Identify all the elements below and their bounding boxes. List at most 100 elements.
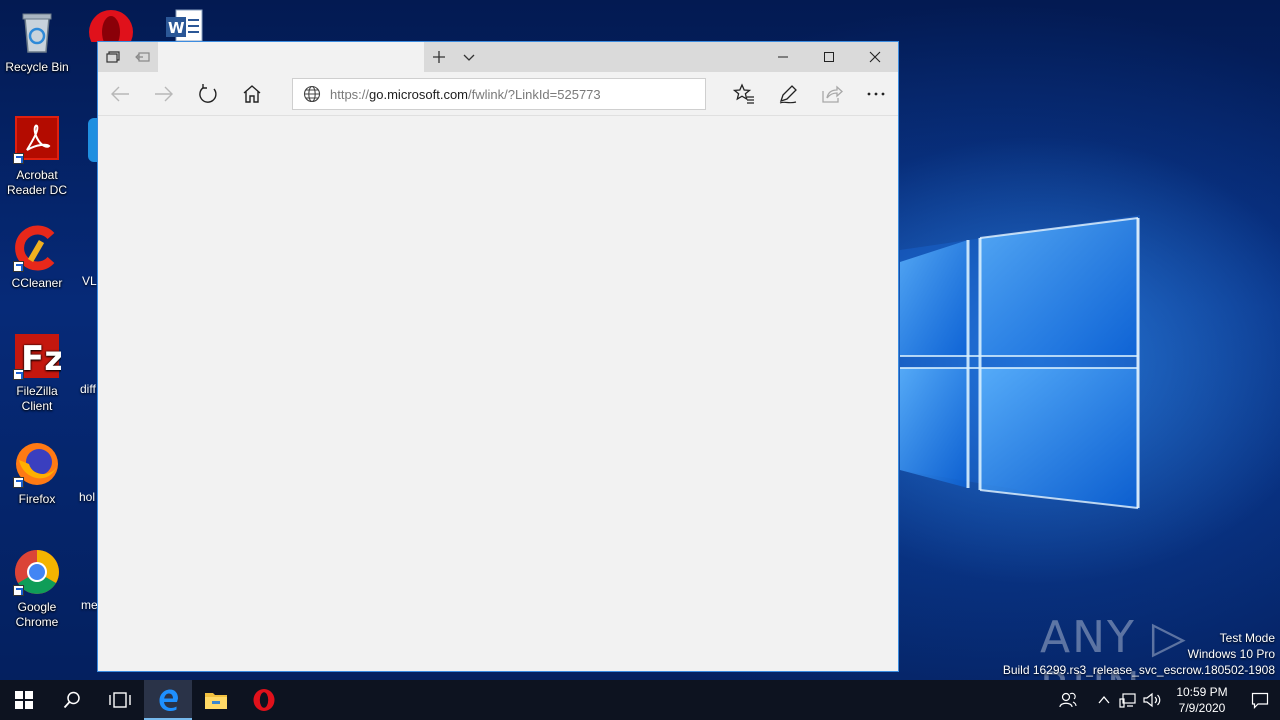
system-status-text: Test Mode Windows 10 Pro Build 16299.rs3… (1003, 630, 1275, 678)
people-icon (1059, 692, 1077, 708)
web-note-button[interactable] (766, 72, 810, 116)
desktop-icon-label: FileZilla Client (16, 384, 58, 413)
acrobat-icon (13, 116, 61, 164)
desktop-icon-firefox[interactable]: Firefox (0, 440, 74, 507)
desktop-icon-label: Google Chrome (15, 600, 59, 629)
task-view-button[interactable] (96, 680, 144, 720)
close-icon (869, 51, 881, 63)
minimize-button[interactable] (760, 42, 806, 72)
recycle-bin-icon (13, 8, 61, 56)
maximize-button[interactable] (806, 42, 852, 72)
desktop-icon-label: CCleaner (11, 276, 63, 290)
windows-edition-label: Windows 10 Pro (1187, 647, 1275, 661)
folder-icon (205, 693, 227, 709)
desktop-icon-recycle-bin[interactable]: Recycle Bin (0, 8, 74, 75)
test-mode-label: Test Mode (1219, 631, 1275, 645)
edge-browser-window: https://go.microsoft.com/fwlink/?LinkId=… (97, 41, 899, 672)
svg-text:Fz: Fz (21, 339, 61, 379)
tab-preview-button[interactable] (98, 42, 128, 72)
search-icon (63, 691, 80, 709)
home-icon (243, 84, 261, 103)
desktop-icon-filezilla[interactable]: Fz FileZilla Client (0, 332, 74, 414)
refresh-icon (199, 83, 217, 103)
more-button[interactable] (854, 72, 898, 116)
forward-button[interactable] (142, 72, 186, 116)
clock-time: 10:59 PM (1176, 685, 1228, 699)
windows-logo-icon (15, 691, 33, 709)
more-dots-icon (867, 92, 885, 96)
shortcut-arrow-icon (13, 153, 24, 164)
desktop-icon-label: VL (82, 274, 97, 288)
tab-preview-icon (106, 51, 120, 63)
address-bar[interactable]: https://go.microsoft.com/fwlink/?LinkId=… (292, 78, 706, 110)
url-host: go.microsoft.com (369, 86, 469, 102)
svg-text:W: W (168, 19, 185, 37)
shortcut-arrow-icon (13, 585, 24, 596)
share-icon (822, 85, 843, 103)
opera-icon (89, 10, 133, 54)
url-path: /fwlink/?LinkId=525773 (468, 86, 601, 102)
taskbar-edge-button[interactable] (144, 680, 192, 720)
set-tabs-aside-icon (135, 52, 150, 62)
pen-icon (779, 85, 797, 104)
browser-titlebar[interactable] (98, 42, 898, 72)
set-tabs-aside-button[interactable] (128, 42, 158, 72)
maximize-icon (824, 52, 834, 62)
share-button[interactable] (810, 72, 854, 116)
page-content-area[interactable] (98, 117, 898, 671)
back-button[interactable] (98, 72, 142, 116)
home-button[interactable] (230, 72, 274, 116)
shortcut-arrow-icon (13, 477, 24, 488)
edge-icon (159, 689, 178, 711)
window-controls (760, 42, 898, 72)
tab-list-button[interactable] (454, 42, 484, 72)
desktop-icon-word-partial[interactable]: W (166, 8, 204, 42)
desktop-icon-label: Firefox (18, 492, 56, 506)
desktop-icon-vl-partial[interactable]: VL (82, 274, 97, 288)
system-tray: 10:59 PM 7/9/2020 (1056, 680, 1280, 720)
refresh-button[interactable] (186, 72, 230, 116)
people-button[interactable] (1056, 680, 1080, 720)
search-button[interactable] (48, 680, 96, 720)
browser-navbar: https://go.microsoft.com/fwlink/?LinkId=… (98, 72, 898, 116)
close-button[interactable] (852, 42, 898, 72)
desktop-icon-label: Recycle Bin (5, 60, 69, 74)
desktop-icon-label: diff (80, 382, 96, 396)
taskbar-clock[interactable]: 10:59 PM 7/9/2020 (1164, 684, 1240, 716)
chrome-icon (13, 548, 61, 596)
desktop-icon-me-partial[interactable]: me (81, 598, 98, 612)
volume-button[interactable] (1140, 680, 1164, 720)
desktop-icon-hol-partial[interactable]: hol (79, 490, 95, 504)
desktop-icon-diff-partial[interactable]: diff (80, 382, 96, 396)
chevron-down-icon (463, 54, 475, 61)
new-tab-button[interactable] (424, 42, 454, 72)
desktop-icon-ccleaner[interactable]: CCleaner (0, 224, 74, 291)
taskbar-file-explorer-button[interactable] (192, 680, 240, 720)
desktop-icon-opera-partial[interactable] (88, 6, 134, 54)
action-center-button[interactable] (1240, 680, 1280, 720)
opera-icon (253, 689, 275, 711)
shortcut-arrow-icon (13, 261, 24, 272)
ccleaner-icon (13, 224, 61, 272)
network-button[interactable] (1116, 680, 1140, 720)
globe-icon (303, 85, 321, 103)
start-button[interactable] (0, 680, 48, 720)
desktop-icon-label: hol (79, 490, 96, 504)
show-hidden-icons-button[interactable] (1092, 680, 1116, 720)
desktop-icon-partial-blue[interactable] (88, 118, 97, 162)
back-arrow-icon (111, 86, 129, 101)
favorites-button[interactable] (722, 72, 766, 116)
taskbar: 10:59 PM 7/9/2020 (0, 680, 1280, 720)
active-tab[interactable] (158, 42, 424, 72)
taskbar-opera-button[interactable] (240, 680, 288, 720)
shortcut-arrow-icon (13, 369, 24, 380)
firefox-icon (13, 440, 61, 488)
minimize-icon (778, 56, 788, 58)
desktop-icon-label: me (81, 598, 98, 612)
network-icon (1119, 693, 1136, 708)
desktop-icon-acrobat[interactable]: Acrobat Reader DC (0, 116, 74, 198)
build-label: Build 16299.rs3_release_svc_escrow.18050… (1002, 663, 1275, 677)
desktop-icon-chrome[interactable]: Google Chrome (0, 548, 74, 630)
filezilla-icon: Fz (13, 332, 64, 380)
forward-arrow-icon (155, 86, 173, 101)
